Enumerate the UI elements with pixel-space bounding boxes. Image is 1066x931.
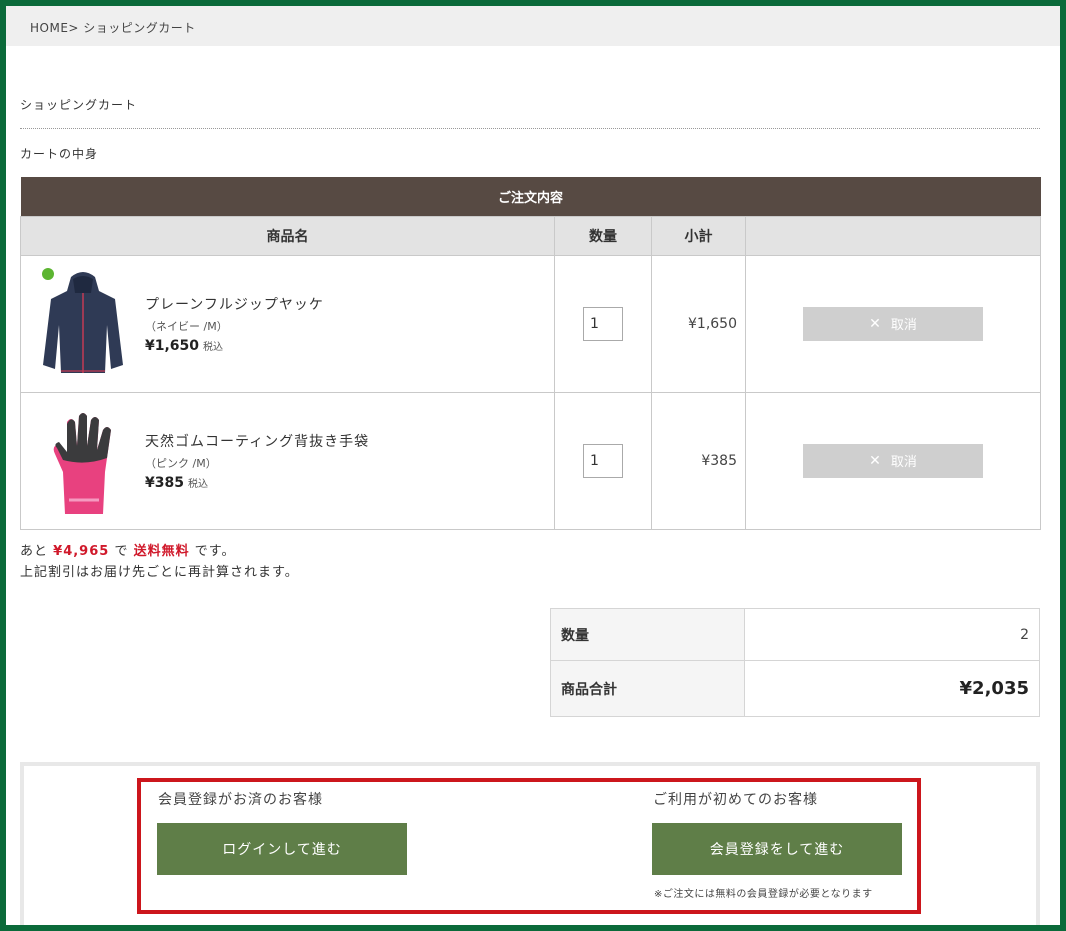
recalculation-note: 上記割引はお届け先ごとに再計算されます。: [20, 565, 299, 580]
cancel-cell: ✕ 取消: [744, 391, 1042, 530]
existing-member-label: 会員登録がお済のお客様: [158, 792, 323, 808]
cart-table: ご注文内容 商品名 数量 小計 プレーンフルジップヤッケ （ネイビー /M） ¥…: [20, 177, 1042, 530]
quantity-input[interactable]: [583, 443, 623, 478]
quantity-input[interactable]: [583, 306, 623, 341]
section-title: カートの中身: [20, 147, 99, 161]
tax-label: 税込: [203, 341, 224, 353]
tax-label: 税込: [187, 478, 208, 490]
product-variant: （ネイビー /M）: [145, 319, 228, 333]
breadcrumb: HOME> ショッピングカート: [6, 6, 1060, 46]
product-cell: 天然ゴムコーティング背抜き手袋 （ピンク /M） ¥385 税込: [21, 402, 554, 520]
product-cell: プレーンフルジップヤッケ （ネイビー /M） ¥1,650 税込: [21, 265, 554, 383]
registration-required-note: ※ご注文には無料の会員登録が必要となります: [654, 889, 873, 900]
table-row: プレーンフルジップヤッケ （ネイビー /M） ¥1,650税込 ¥1,650 ✕…: [20, 254, 1042, 393]
column-header-subtotal: 小計: [651, 215, 746, 256]
table-row: 天然ゴムコーティング背抜き手袋 （ピンク /M） ¥385税込 ¥385 ✕取消: [20, 391, 1042, 530]
login-button[interactable]: ログインして進む: [157, 823, 407, 875]
remaining-amount: ¥4,965: [53, 544, 110, 559]
glove-illustration: [53, 412, 111, 514]
page-title: ショッピングカート: [20, 98, 138, 112]
total-quantity-value: 2: [744, 608, 1040, 661]
product-name[interactable]: 天然ゴムコーティング背抜き手袋: [145, 431, 369, 451]
divider: [20, 128, 1040, 129]
column-header-quantity: 数量: [554, 215, 652, 256]
cancel-button[interactable]: ✕ 取消: [803, 306, 983, 341]
page-frame: HOME> ショッピングカート ショッピングカート カートの中身 ご注文内容 商…: [0, 0, 1066, 931]
column-header-product: 商品名: [20, 215, 555, 256]
order-details-caption: ご注文内容: [20, 177, 1041, 216]
product-variant: （ピンク /M）: [145, 456, 217, 470]
breadcrumb-separator: >: [68, 21, 79, 35]
register-button[interactable]: 会員登録をして進む: [652, 823, 902, 875]
total-quantity-label: 数量: [550, 608, 745, 661]
pink-glove-image[interactable]: [33, 402, 133, 520]
close-icon: ✕: [869, 315, 881, 332]
product-price: ¥385 税込: [145, 474, 208, 491]
cancel-cell: ✕ 取消: [744, 254, 1042, 393]
close-icon: ✕: [869, 452, 881, 469]
product-name[interactable]: プレーンフルジップヤッケ: [145, 294, 324, 314]
free-shipping-label: 送料無料: [133, 544, 190, 559]
product-total-label: 商品合計: [550, 660, 745, 717]
navy-jacket-image[interactable]: [33, 265, 133, 383]
product-price: ¥1,650 税込: [145, 337, 224, 354]
breadcrumb-current: ショッピングカート: [83, 21, 196, 35]
totals-table: 数量 2 商品合計 ¥2,035: [550, 608, 1040, 717]
cancel-button[interactable]: ✕ 取消: [803, 443, 983, 478]
quantity-cell: [554, 391, 652, 530]
column-header-actions: [744, 215, 1042, 256]
jacket-illustration: [42, 267, 123, 373]
subtotal-cell: ¥1,650: [651, 254, 746, 393]
new-customer-label: ご利用が初めてのお客様: [653, 792, 818, 808]
breadcrumb-home-link[interactable]: HOME: [30, 21, 68, 35]
product-total-value: ¥2,035: [744, 660, 1040, 717]
free-shipping-notice: あと ¥4,965 で 送料無料 です。 上記割引はお届け先ごとに再計算されます…: [20, 541, 299, 583]
quantity-cell: [554, 254, 652, 393]
subtotal-cell: ¥385: [651, 391, 746, 530]
